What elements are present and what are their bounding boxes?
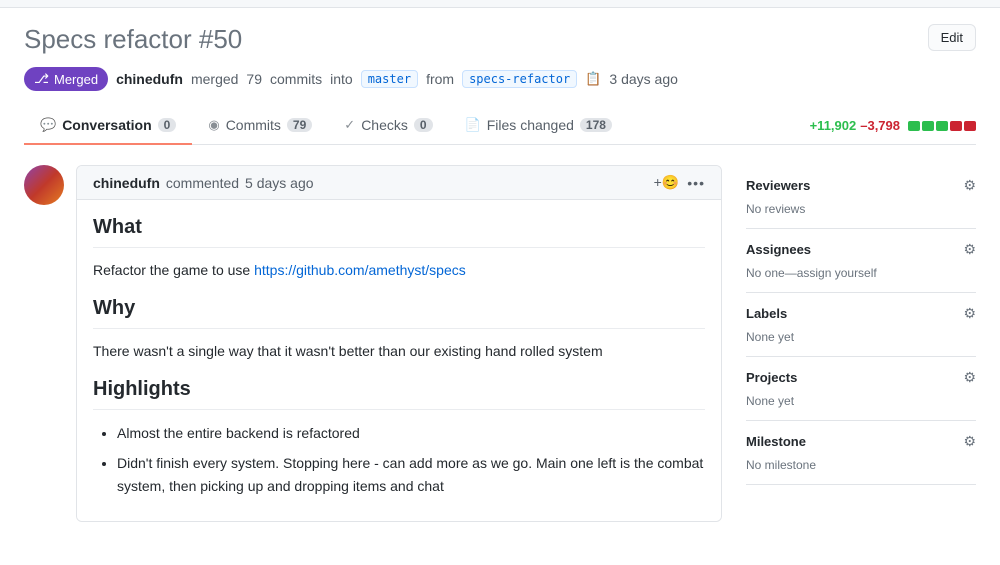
highlights-list: Almost the entire backend is refactored … — [93, 422, 705, 497]
assignees-value: No one—assign yourself — [746, 266, 976, 280]
reviewers-gear-icon[interactable]: ⚙ — [963, 177, 976, 194]
milestone-title: Milestone — [746, 434, 806, 449]
labels-title: Labels — [746, 306, 787, 321]
comment-action: commented — [166, 175, 239, 191]
milestone-gear-icon[interactable]: ⚙ — [963, 433, 976, 450]
merge-icon: ⎇ — [34, 71, 49, 87]
section-para-why: There wasn't a single way that it wasn't… — [93, 341, 705, 362]
pr-into-word: into — [330, 71, 353, 87]
sidebar: Reviewers ⚙ No reviews Assignees ⚙ No on… — [746, 165, 976, 522]
tab-commits-label: Commits — [226, 117, 281, 133]
sidebar-section-labels: Labels ⚙ None yet — [746, 293, 976, 357]
base-branch[interactable]: master — [361, 70, 418, 88]
sidebar-section-milestone: Milestone ⚙ No milestone — [746, 421, 976, 485]
add-reaction-button[interactable]: +😊 — [654, 174, 680, 191]
commits-icon: ◉ — [208, 117, 219, 133]
highlight-item-2: Didn't finish every system. Stopping her… — [117, 452, 705, 497]
files-changed-icon: 📄 — [465, 117, 481, 133]
sidebar-milestone-header: Milestone ⚙ — [746, 433, 976, 450]
specs-link[interactable]: https://github.com/amethyst/specs — [254, 262, 466, 278]
sidebar-assignees-header: Assignees ⚙ — [746, 241, 976, 258]
comment-time: 5 days ago — [245, 175, 314, 191]
checks-icon: ✓ — [344, 117, 355, 133]
section-heading-highlights: Highlights — [93, 378, 705, 410]
sidebar-section-projects: Projects ⚙ None yet — [746, 357, 976, 421]
comment-author[interactable]: chinedufn — [93, 175, 160, 191]
diff-seg-4 — [950, 121, 962, 131]
avatar-image — [24, 165, 64, 205]
milestone-value: No milestone — [746, 458, 976, 472]
content-area: chinedufn commented 5 days ago +😊 ••• Wh… — [24, 165, 722, 522]
pr-from-word: from — [426, 71, 454, 87]
diff-stats: +11,902 –3,798 — [810, 118, 976, 133]
tab-commits[interactable]: ◉ Commits 79 — [192, 107, 328, 145]
diff-seg-5 — [964, 121, 976, 131]
tab-conversation-count: 0 — [158, 118, 177, 132]
section-heading-what: What — [93, 216, 705, 248]
reviewers-value: No reviews — [746, 202, 976, 216]
comment-more-button[interactable]: ••• — [687, 175, 705, 191]
section-heading-why: Why — [93, 297, 705, 329]
comment-box: chinedufn commented 5 days ago +😊 ••• Wh… — [76, 165, 722, 522]
diff-seg-2 — [922, 121, 934, 131]
projects-gear-icon[interactable]: ⚙ — [963, 369, 976, 386]
additions-stat: +11,902 — [810, 118, 857, 133]
tab-conversation-label: Conversation — [62, 117, 151, 133]
pr-author[interactable]: chinedufn — [116, 71, 183, 87]
sidebar-reviewers-header: Reviewers ⚙ — [746, 177, 976, 194]
page-container: Specs refactor #50 Edit ⎇ Merged chinedu… — [0, 8, 1000, 538]
top-bar — [0, 0, 1000, 8]
comment-body: What Refactor the game to use https://gi… — [77, 200, 721, 521]
pr-time: 3 days ago — [609, 71, 678, 87]
comment-header: chinedufn commented 5 days ago +😊 ••• — [77, 166, 721, 200]
comment-header-actions: +😊 ••• — [654, 174, 705, 191]
pr-header: Specs refactor #50 Edit — [24, 24, 976, 55]
labels-gear-icon[interactable]: ⚙ — [963, 305, 976, 322]
diff-bar — [908, 121, 976, 131]
pr-title-text: Specs refactor — [24, 24, 192, 54]
merged-badge-label: Merged — [54, 72, 98, 87]
assignees-title: Assignees — [746, 242, 811, 257]
diff-seg-3 — [936, 121, 948, 131]
head-branch[interactable]: specs-refactor — [462, 70, 577, 88]
tab-checks-label: Checks — [361, 117, 408, 133]
sidebar-section-assignees: Assignees ⚙ No one—assign yourself — [746, 229, 976, 293]
pr-commits-word: commits — [270, 71, 322, 87]
tab-checks[interactable]: ✓ Checks 0 — [328, 107, 448, 145]
tab-files-changed[interactable]: 📄 Files changed 178 — [449, 107, 628, 145]
tab-conversation[interactable]: 💬 Conversation 0 — [24, 107, 192, 145]
projects-title: Projects — [746, 370, 797, 385]
section-para-what: Refactor the game to use https://github.… — [93, 260, 705, 281]
diff-seg-1 — [908, 121, 920, 131]
merged-badge: ⎇ Merged — [24, 67, 108, 91]
comment-wrapper: chinedufn commented 5 days ago +😊 ••• Wh… — [24, 165, 722, 522]
labels-value: None yet — [746, 330, 976, 344]
conversation-icon: 💬 — [40, 117, 56, 133]
deletions-stat: –3,798 — [860, 118, 900, 133]
assignees-gear-icon[interactable]: ⚙ — [963, 241, 976, 258]
avatar — [24, 165, 64, 205]
comment-header-left: chinedufn commented 5 days ago — [93, 175, 314, 191]
tabs-bar: 💬 Conversation 0 ◉ Commits 79 ✓ Checks 0… — [24, 107, 976, 145]
tab-files-changed-count: 178 — [580, 118, 612, 132]
pr-number: #50 — [199, 24, 242, 54]
pr-commits-count: 79 — [246, 71, 262, 87]
reviewers-title: Reviewers — [746, 178, 810, 193]
projects-value: None yet — [746, 394, 976, 408]
sidebar-projects-header: Projects ⚙ — [746, 369, 976, 386]
highlight-item-1: Almost the entire backend is refactored — [117, 422, 705, 444]
sidebar-labels-header: Labels ⚙ — [746, 305, 976, 322]
tab-commits-count: 79 — [287, 118, 312, 132]
pr-title: Specs refactor #50 — [24, 24, 242, 55]
pr-meta: ⎇ Merged chinedufn merged 79 commits int… — [24, 67, 976, 91]
main-layout: chinedufn commented 5 days ago +😊 ••• Wh… — [24, 145, 976, 522]
copy-icon[interactable]: 📋 — [585, 71, 601, 87]
sidebar-section-reviewers: Reviewers ⚙ No reviews — [746, 165, 976, 229]
edit-button[interactable]: Edit — [928, 24, 976, 51]
tab-files-changed-label: Files changed — [487, 117, 574, 133]
tab-checks-count: 0 — [414, 118, 433, 132]
pr-action: merged — [191, 71, 238, 87]
